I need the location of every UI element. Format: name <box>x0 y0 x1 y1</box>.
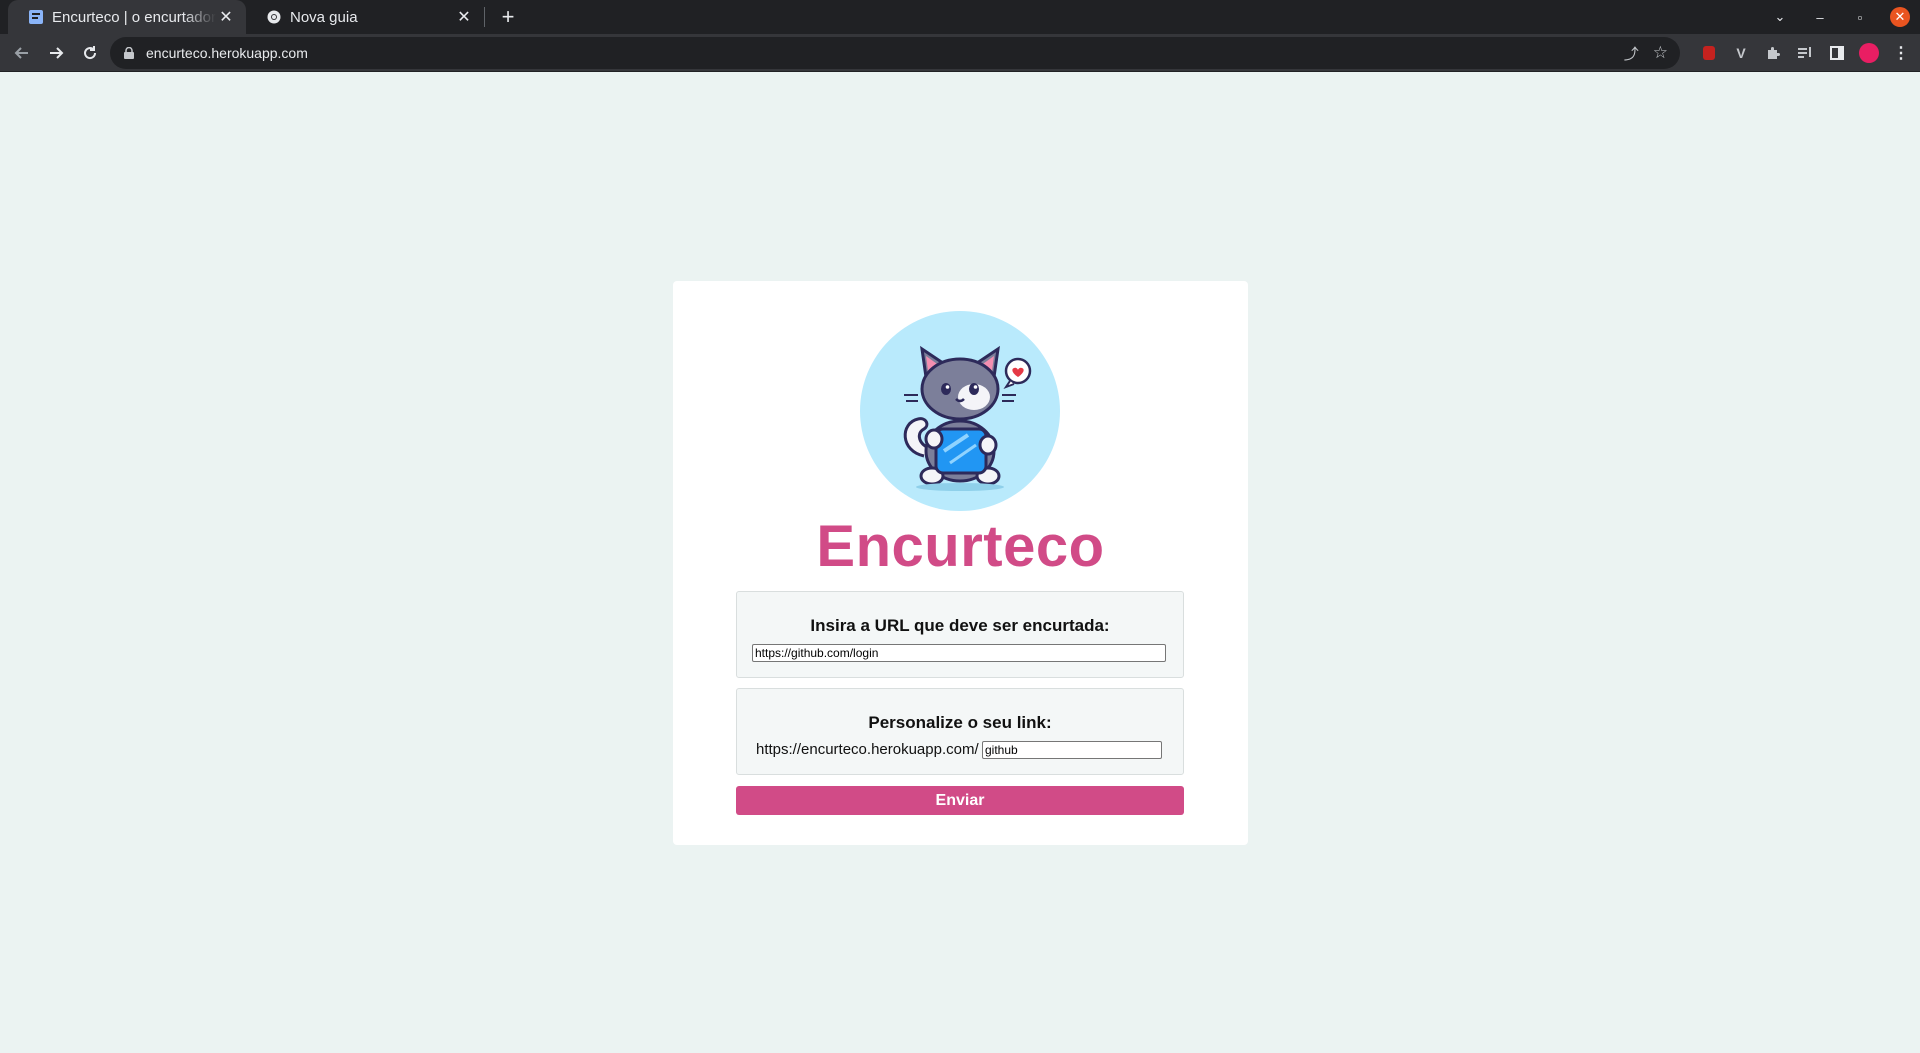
extension-v-icon[interactable]: V <box>1728 40 1754 66</box>
minimize-button[interactable]: – <box>1800 0 1840 34</box>
forward-arrow-icon <box>50 46 64 59</box>
custom-link-label: Personalize o seu link: <box>868 713 1052 732</box>
new-tab-button[interactable]: + <box>491 0 525 34</box>
cat-mascot-icon <box>903 345 1032 491</box>
close-icon: ✕ <box>1890 7 1910 27</box>
media-queue-icon[interactable] <box>1792 40 1818 66</box>
share-icon[interactable]: ⤴ <box>1624 43 1639 64</box>
lock-icon <box>122 46 136 60</box>
back-button[interactable] <box>6 37 38 69</box>
close-window-button[interactable]: ✕ <box>1880 0 1920 34</box>
bookmark-star-icon[interactable]: ☆ <box>1653 43 1668 63</box>
tab-title: Nova guia <box>290 8 358 26</box>
extensions-area: V ⋮ <box>1696 37 1914 69</box>
address-text: encurteco.herokuapp.com <box>146 45 308 61</box>
reload-icon <box>84 45 97 59</box>
cat-logo-image <box>860 311 1060 511</box>
url-section: Insira a URL que deve ser encurtada: <box>736 591 1184 678</box>
tab-divider <box>484 7 485 27</box>
forward-button[interactable] <box>40 37 72 69</box>
chrome-icon <box>266 9 282 25</box>
window-controls: ⌄ – ▫ ✕ <box>1760 0 1920 34</box>
tab-nova-guia[interactable]: Nova guia ✕ <box>246 0 484 34</box>
close-tab-icon[interactable]: ✕ <box>216 7 236 27</box>
close-tab-icon[interactable]: ✕ <box>454 7 474 27</box>
browser-toolbar: encurteco.herokuapp.com ⤴ ☆ V ⋮ <box>0 34 1920 72</box>
url-label: Insira a URL que deve ser encurtada: <box>810 616 1110 635</box>
tab-title: Encurteco | o encurtador de <box>52 8 216 26</box>
menu-kebab-icon[interactable]: ⋮ <box>1888 40 1914 66</box>
custom-slug-input[interactable] <box>982 741 1162 759</box>
custom-link-section: Personalize o seu link: https://encurtec… <box>736 688 1184 775</box>
restore-button[interactable]: ▫ <box>1840 0 1880 34</box>
side-panel-icon[interactable] <box>1824 40 1850 66</box>
shortener-card: Encurteco Insira a URL que deve ser encu… <box>673 281 1248 845</box>
extension-red-icon[interactable] <box>1696 40 1722 66</box>
site-favicon-icon <box>28 9 44 25</box>
brand-title: Encurteco <box>816 514 1105 579</box>
link-prefix: https://encurteco.herokuapp.com/ <box>756 741 979 758</box>
puzzle-extensions-icon[interactable] <box>1760 40 1786 66</box>
profile-avatar[interactable] <box>1856 40 1882 66</box>
browser-tab-strip: Encurteco | o encurtador de ✕ Nova guia … <box>0 0 1920 34</box>
tab-encurteco[interactable]: Encurteco | o encurtador de ✕ <box>8 0 246 34</box>
tab-search-icon[interactable]: ⌄ <box>1760 0 1800 34</box>
reload-button[interactable] <box>74 37 106 69</box>
address-bar[interactable]: encurteco.herokuapp.com ⤴ ☆ <box>110 37 1680 69</box>
back-arrow-icon <box>14 46 28 59</box>
submit-button[interactable]: Enviar <box>736 786 1184 815</box>
url-input[interactable] <box>752 644 1166 662</box>
